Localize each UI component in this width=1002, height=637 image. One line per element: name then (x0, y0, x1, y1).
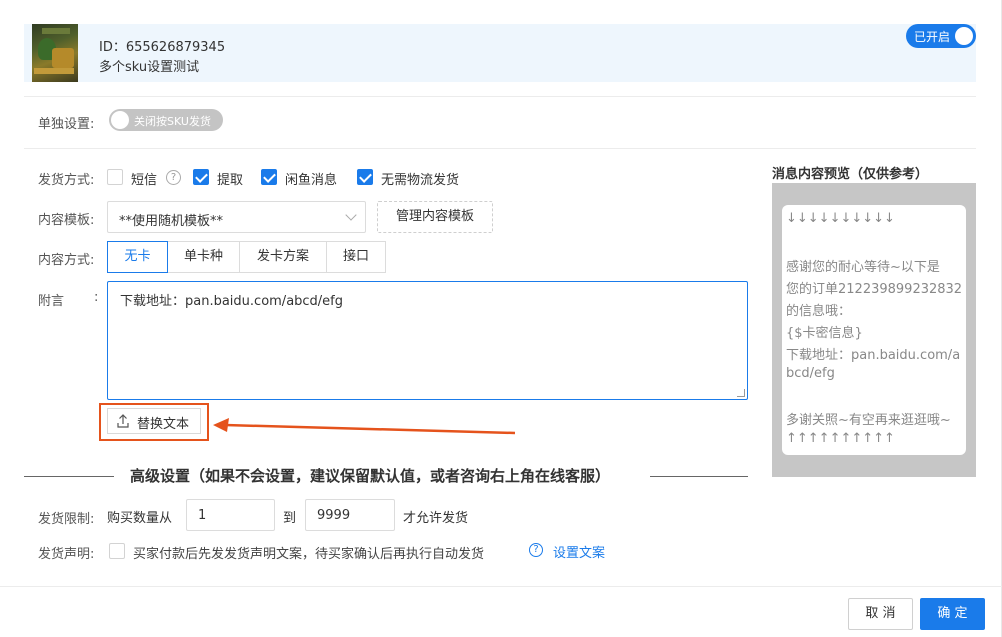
divider (24, 476, 114, 477)
tab-api[interactable]: 接口 (326, 241, 386, 273)
delivery-method-label: 发货方式: (38, 173, 95, 188)
preview-line: 您的订单212239899232832 (786, 282, 963, 297)
toggle-knob (955, 27, 973, 45)
checkbox-no-logistics[interactable] (357, 169, 373, 185)
content-mode-label: 内容方式: (38, 253, 95, 268)
advanced-title: 高级设置（如果不会设置，建议保留默认值，或者咨询右上角在线客服） (130, 467, 611, 485)
statement-text: 买家付款后先发发货声明文案，待买家确认后再执行自动发货 (133, 547, 485, 562)
checkbox-xianyu-message-label: 闲鱼消息 (285, 173, 338, 188)
help-icon[interactable]: ? (166, 170, 181, 185)
tab-single-card[interactable]: 单卡种 (167, 241, 240, 273)
template-select[interactable]: **使用随机模板** (107, 201, 366, 233)
statement-label: 发货声明: (38, 547, 95, 562)
preview-line: 的信息哦： (786, 304, 852, 319)
limit-prefix: 购买数量从 (107, 511, 173, 526)
limit-label: 发货限制: (38, 512, 95, 527)
footer-divider (0, 586, 1002, 587)
note-colon: : (94, 290, 99, 305)
divider (650, 476, 748, 477)
content-template-label: 内容模板: (38, 213, 95, 228)
preview-line: 下载地址：pan.baidu.com/a (786, 348, 961, 363)
preview-line: 多谢关照~有空再来逛逛哦~ (786, 413, 951, 428)
confirm-button[interactable]: 确 定 (920, 598, 985, 630)
max-quantity-value: 9999 (317, 508, 351, 523)
chevron-down-icon (345, 209, 357, 221)
product-id: ID：655626879345 (99, 40, 226, 55)
checkbox-extract-label: 提取 (217, 173, 244, 188)
resize-handle-icon[interactable] (737, 389, 745, 397)
note-textarea[interactable]: 下载地址：pan.baidu.com/abcd/efg (107, 281, 748, 400)
pointer-arrow-icon (213, 418, 516, 435)
template-select-value: **使用随机模板** (119, 214, 224, 229)
note-label: 附言 (38, 294, 65, 309)
preview-line: {$卡密信息} (786, 326, 863, 341)
checkbox-no-logistics-label: 无需物流发货 (381, 173, 460, 188)
note-text: 下载地址：pan.baidu.com/abcd/efg (120, 294, 344, 309)
help-icon[interactable]: ? (529, 543, 543, 557)
upload-icon (117, 414, 129, 428)
checkbox-sms[interactable] (107, 169, 123, 185)
manage-template-button[interactable]: 管理内容模板 (377, 201, 493, 233)
replace-text-label: 替换文本 (137, 417, 190, 432)
limit-to: 到 (283, 511, 297, 526)
product-enabled-toggle[interactable]: 已开启 (906, 24, 976, 48)
set-statement-link[interactable]: 设置文案 (553, 542, 605, 561)
tab-card-plan[interactable]: 发卡方案 (239, 241, 327, 273)
tab-no-card[interactable]: 无卡 (107, 241, 168, 273)
preview-line: 感谢您的耐心等待~以下是 (786, 260, 940, 275)
sku-delivery-toggle[interactable]: 关闭按SKU发货 (109, 109, 223, 131)
toggle-label: 已开启 (914, 30, 951, 44)
cancel-button[interactable]: 取 消 (848, 598, 913, 630)
divider (24, 148, 976, 149)
max-quantity-input[interactable]: 9999 (305, 499, 395, 531)
divider (24, 96, 976, 97)
min-quantity-value: 1 (198, 508, 207, 523)
min-quantity-input[interactable]: 1 (186, 499, 275, 531)
replace-text-button[interactable]: 替换文本 (107, 408, 201, 434)
product-header: ID：655626879345 多个sku设置测试 已开启 (24, 24, 976, 82)
product-name: 多个sku设置测试 (99, 60, 200, 75)
preview-line: ↑↑↑↑↑↑↑↑↑↑ (786, 431, 895, 446)
preview-line: bcd/efg (786, 366, 835, 381)
statement-checkbox[interactable] (109, 543, 125, 559)
preview-title: 消息内容预览（仅供参考） (772, 167, 929, 182)
checkbox-extract[interactable] (193, 169, 209, 185)
single-setting-label: 单独设置: (38, 117, 95, 132)
checkbox-xianyu-message[interactable] (261, 169, 277, 185)
toggle-knob (111, 111, 129, 129)
toggle-label: 关闭按SKU发货 (134, 115, 211, 128)
limit-suffix: 才允许发货 (403, 511, 469, 526)
checkbox-sms-label: 短信 (131, 173, 158, 188)
preview-line: ↓↓↓↓↓↓↓↓↓↓ (786, 211, 895, 226)
product-thumbnail (32, 24, 78, 82)
